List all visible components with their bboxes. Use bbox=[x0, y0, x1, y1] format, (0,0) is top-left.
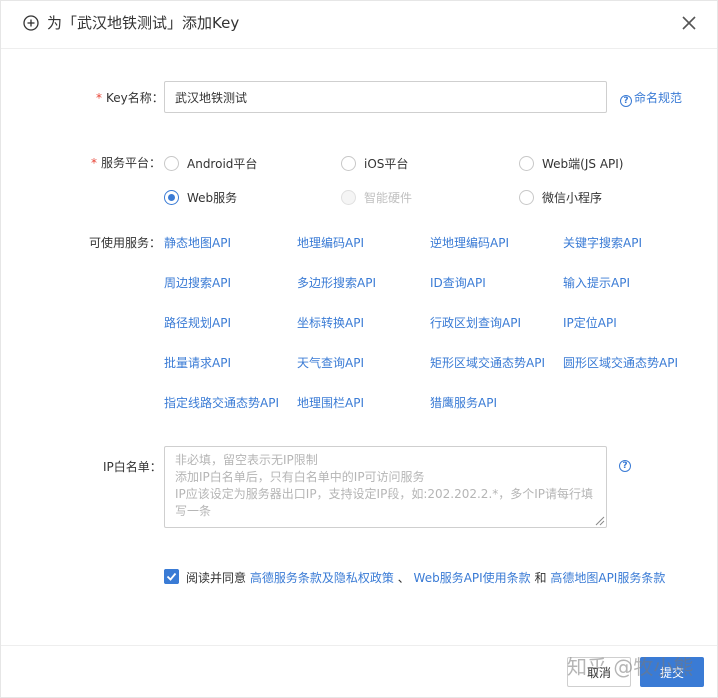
service-link[interactable]: 地理围栏API bbox=[297, 394, 364, 411]
service-link[interactable]: ID查询API bbox=[430, 274, 486, 291]
service-link[interactable]: 输入提示API bbox=[563, 274, 630, 291]
service-link[interactable]: 天气查询API bbox=[297, 354, 364, 371]
service-link[interactable]: 圆形区域交通态势API bbox=[563, 354, 678, 371]
dialog-header: 为「武汉地铁测试」添加Key bbox=[1, 1, 717, 49]
service-link[interactable]: 逆地理编码API bbox=[430, 234, 509, 251]
services-label: 可使用服务： bbox=[89, 236, 162, 250]
ip-whitelist-textarea[interactable]: 非必填，留空表示无IP限制 添加IP白名单后，只有白名单中的IP可访问服务 IP… bbox=[164, 446, 607, 528]
radio-checked-icon bbox=[164, 190, 179, 205]
service-link[interactable]: 行政区划查询API bbox=[430, 314, 521, 331]
service-link[interactable]: 猎鹰服务API bbox=[430, 394, 497, 411]
resize-grip-icon[interactable] bbox=[593, 514, 605, 526]
placeholder-line: 非必填，留空表示无IP限制 bbox=[175, 453, 318, 467]
service-link[interactable]: IP定位API bbox=[563, 314, 617, 331]
service-link[interactable]: 多边形搜索API bbox=[297, 274, 376, 291]
radio-web-js[interactable]: Web端(JS API) bbox=[519, 155, 623, 172]
platform-label: * 服务平台： bbox=[91, 156, 162, 170]
placeholder-line: IP应该设定为服务器出口IP，支持设定IP段，如:202.202.2.*，多个I… bbox=[175, 487, 594, 501]
ip-whitelist-label: IP白名单： bbox=[103, 460, 162, 474]
terms-privacy-link[interactable]: 高德服务条款及隐私权政策 bbox=[250, 571, 394, 585]
service-link[interactable]: 周边搜索API bbox=[164, 274, 231, 291]
placeholder-line: 写一条 bbox=[175, 504, 212, 518]
required-mark: * bbox=[96, 91, 102, 105]
add-key-dialog: 为「武汉地铁测试」添加Key *Key名称： ?命名规范 *服务平台： Andr… bbox=[0, 0, 718, 698]
agreement-text: 阅读并同意 高德服务条款及隐私权政策 、 Web服务API使用条款 和 高德地图… bbox=[186, 571, 666, 585]
radio-ios[interactable]: iOS平台 bbox=[341, 155, 408, 172]
map-api-terms-link[interactable]: 高德地图API服务条款 bbox=[550, 571, 665, 585]
plus-circle-icon bbox=[23, 15, 39, 31]
web-service-terms-link[interactable]: Web服务API使用条款 bbox=[414, 571, 531, 585]
question-circle-icon: ? bbox=[620, 95, 632, 107]
close-icon[interactable] bbox=[681, 15, 697, 31]
submit-button[interactable]: 提交 bbox=[640, 657, 704, 687]
ip-help-icon[interactable]: ? bbox=[619, 460, 631, 472]
service-link[interactable]: 坐标转换API bbox=[297, 314, 364, 331]
radio-circle-icon bbox=[519, 156, 534, 171]
service-link[interactable]: 指定线路交通态势API bbox=[164, 394, 279, 411]
radio-circle-icon bbox=[341, 190, 356, 205]
radio-circle-icon bbox=[341, 156, 356, 171]
radio-wechat-mini[interactable]: 微信小程序 bbox=[519, 189, 602, 206]
service-link[interactable]: 地理编码API bbox=[297, 234, 364, 251]
required-mark: * bbox=[91, 156, 97, 170]
service-link[interactable]: 路径规划API bbox=[164, 314, 231, 331]
service-link[interactable]: 批量请求API bbox=[164, 354, 231, 371]
radio-circle-icon bbox=[519, 190, 534, 205]
dialog-title: 为「武汉地铁测试」添加Key bbox=[47, 14, 240, 32]
key-name-input[interactable] bbox=[164, 81, 607, 113]
radio-smart-hardware: 智能硬件 bbox=[341, 189, 412, 206]
radio-android[interactable]: Android平台 bbox=[164, 155, 257, 172]
radio-circle-icon bbox=[164, 156, 179, 171]
service-link[interactable]: 关键字搜索API bbox=[563, 234, 642, 251]
agreement-checkbox[interactable] bbox=[164, 569, 179, 584]
service-link[interactable]: 静态地图API bbox=[164, 234, 231, 251]
key-name-label: * Key名称： bbox=[96, 91, 164, 105]
service-link[interactable]: 矩形区域交通态势API bbox=[430, 354, 545, 371]
placeholder-line: 添加IP白名单后，只有白名单中的IP可访问服务 bbox=[175, 470, 425, 484]
naming-rules-link[interactable]: ? 命名规范 bbox=[620, 89, 682, 107]
radio-web-service[interactable]: Web服务 bbox=[164, 189, 237, 206]
cancel-button[interactable]: 取消 bbox=[567, 657, 631, 687]
